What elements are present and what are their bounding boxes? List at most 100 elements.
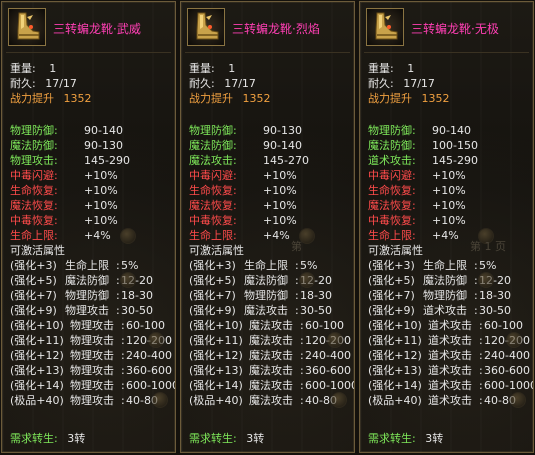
refine-level: (强化+14) (10, 379, 64, 392)
refine-attr: 魔法攻击 (249, 349, 293, 362)
refine-level: (强化+10) (189, 319, 243, 332)
durability-label: 耐久 (189, 77, 211, 90)
refine-value: 360-600 (305, 364, 351, 377)
refine-value: 240-400 (305, 349, 351, 362)
power-value: 1352 (242, 92, 271, 105)
refine-row: (强化+5) 魔法防御:12-20 (189, 274, 332, 287)
refine-value: 5% (300, 259, 318, 272)
power-row: 战力提升 1352 (189, 92, 271, 106)
refine-row: (强化+12) 物理攻击:240-400 (10, 349, 172, 362)
stat-value: +10% (84, 199, 118, 212)
stat-row: 道术攻击: 145-290 (368, 154, 478, 167)
boot-item-icon (366, 8, 404, 46)
refine-row: (强化+13) 道术攻击:360-600 (368, 364, 530, 377)
weight-label: 重量 (368, 62, 390, 75)
stat-value: +10% (432, 199, 466, 212)
refine-attr: 生命上限 (244, 259, 288, 272)
refine-row: (强化+9) 魔法攻击:30-50 (189, 304, 332, 317)
refine-attr: 魔法攻击 (249, 394, 293, 407)
refine-level: (强化+10) (10, 319, 64, 332)
divider (364, 52, 529, 53)
power-label: 战力提升 (189, 92, 233, 105)
item-tooltip-wuji: 三转蝙龙靴·无极 重量: 1 耐久: 17/17 战力提升 1352 物理防御:… (359, 1, 534, 453)
stat-row: 中毒恢复: +10% (10, 214, 118, 227)
refine-level: (极品+40) (189, 394, 243, 407)
stat-label: 中毒闪避 (368, 169, 412, 182)
item-name: 三转蝙龙靴·武威 (53, 22, 141, 36)
refine-attr: 道术攻击 (428, 394, 472, 407)
refine-value: 240-400 (484, 349, 530, 362)
rebirth-requirement: 需求转生: 3转 (368, 432, 444, 445)
power-value: 1352 (421, 92, 450, 105)
durability-value: 17/17 (224, 77, 256, 90)
stat-value: 145-290 (432, 154, 478, 167)
stat-value: +4% (432, 229, 459, 242)
refine-level: (强化+9) (368, 304, 415, 317)
refine-level: (强化+10) (368, 319, 422, 332)
activatable-heading: 可激活属性 (189, 244, 244, 257)
refine-value: 600-1000 (484, 379, 534, 392)
stat-label: 生命恢复 (189, 184, 233, 197)
stat-value: 145-290 (84, 154, 130, 167)
weight-row: 重量: 1 (368, 62, 415, 75)
boot-item-icon (187, 8, 225, 46)
background-orb (510, 392, 526, 408)
refine-level: (强化+7) (189, 289, 236, 302)
rebirth-requirement: 需求转生: 3转 (10, 432, 86, 445)
ghost-page-label: 第 1 页 (470, 240, 506, 253)
stat-label: 中毒闪避 (189, 169, 233, 182)
stat-label: 生命恢复 (368, 184, 412, 197)
stat-row: 魔法恢复: +10% (368, 199, 466, 212)
stat-row: 中毒恢复: +10% (189, 214, 297, 227)
stat-label: 魔法恢复 (189, 199, 233, 212)
refine-value: 360-600 (484, 364, 530, 377)
stat-value: +10% (432, 169, 466, 182)
refine-attr: 物理攻击 (70, 349, 114, 362)
durability-value: 17/17 (45, 77, 77, 90)
refine-attr: 魔法攻击 (249, 379, 293, 392)
refine-level: (强化+7) (10, 289, 57, 302)
weight-value: 1 (407, 62, 415, 75)
refine-attr: 道术攻击 (428, 334, 472, 347)
boot-item-icon (8, 8, 46, 46)
refine-attr: 魔法攻击 (249, 334, 293, 347)
refine-attr: 物理攻击 (70, 334, 114, 347)
background-orb (478, 272, 494, 288)
stat-row: 魔法恢复: +10% (10, 199, 118, 212)
refine-attr: 生命上限 (423, 259, 467, 272)
stat-label: 物理防御 (10, 124, 54, 137)
refine-row: (强化+3) 生命上限:5% (189, 259, 318, 272)
stat-label: 魔法攻击 (189, 154, 233, 167)
refine-attr: 物理攻击 (70, 319, 114, 332)
refine-row: (强化+11)魔法攻击:120-200 (189, 334, 351, 348)
refine-row: (强化+5) 魔法防御:12-20 (368, 274, 511, 287)
stat-row: 魔法防御: 90-140 (189, 139, 302, 152)
stat-value: 90-130 (84, 139, 123, 152)
refine-level: (强化+11) (189, 334, 243, 347)
stat-label: 道术攻击 (368, 154, 412, 167)
refine-attr: 道术攻击 (423, 304, 467, 317)
refine-attr: 魔法攻击 (244, 304, 288, 317)
activatable-heading: 可激活属性 (10, 244, 65, 257)
stat-value: 100-150 (432, 139, 478, 152)
stat-label: 中毒闪避 (10, 169, 54, 182)
refine-row: (极品+40) 魔法攻击:40-80 (189, 394, 337, 407)
item-tooltip-wuwei: 三转蝙龙靴·武威 重量: 1 耐久: 17/17 战力提升 1352 物理防御:… (1, 1, 176, 453)
stat-label: 魔法防御 (10, 139, 54, 152)
durability-row: 耐久: 17/17 (368, 77, 435, 90)
refine-value: 240-400 (126, 349, 172, 362)
stat-row: 中毒闪避: +10% (10, 169, 118, 182)
refine-value: 30-50 (479, 304, 511, 317)
refine-level: (强化+3) (368, 259, 415, 272)
durability-value: 17/17 (403, 77, 435, 90)
refine-value: 18-30 (300, 289, 332, 302)
refine-attr: 道术攻击 (428, 364, 472, 377)
refine-level: (强化+11) (10, 334, 64, 347)
stat-label: 中毒恢复 (10, 214, 54, 227)
weight-value: 1 (228, 62, 236, 75)
stat-label: 生命上限 (10, 229, 54, 242)
refine-attr: 魔法防御 (65, 274, 109, 287)
refine-attr: 魔法攻击 (249, 364, 293, 377)
refine-attr: 物理攻击 (70, 379, 114, 392)
refine-attr: 魔法防御 (244, 274, 288, 287)
